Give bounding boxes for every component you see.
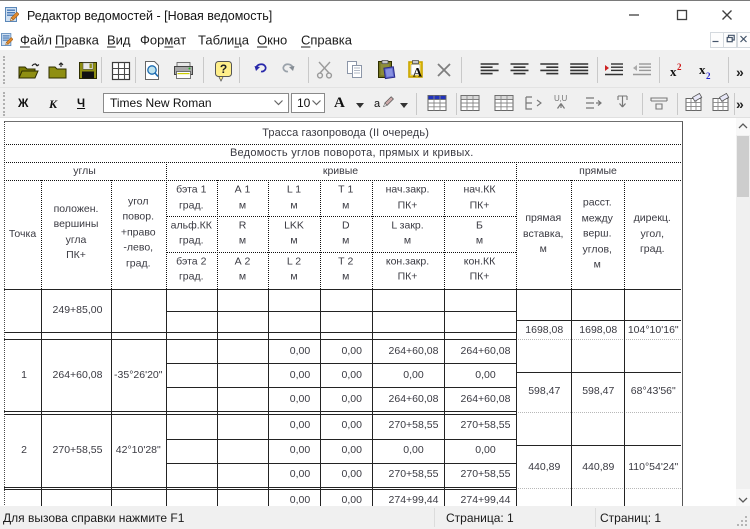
svg-text:»: » xyxy=(736,64,744,80)
svg-text:U‚U: U‚U xyxy=(554,94,568,103)
svg-text:2: 2 xyxy=(706,71,711,81)
svg-text:A: A xyxy=(413,65,423,80)
svg-text:x: x xyxy=(670,64,677,79)
svg-text:»: » xyxy=(736,96,744,112)
svg-text:2: 2 xyxy=(677,62,682,72)
svg-text:x: x xyxy=(699,62,706,77)
svg-text:?: ? xyxy=(220,62,227,76)
